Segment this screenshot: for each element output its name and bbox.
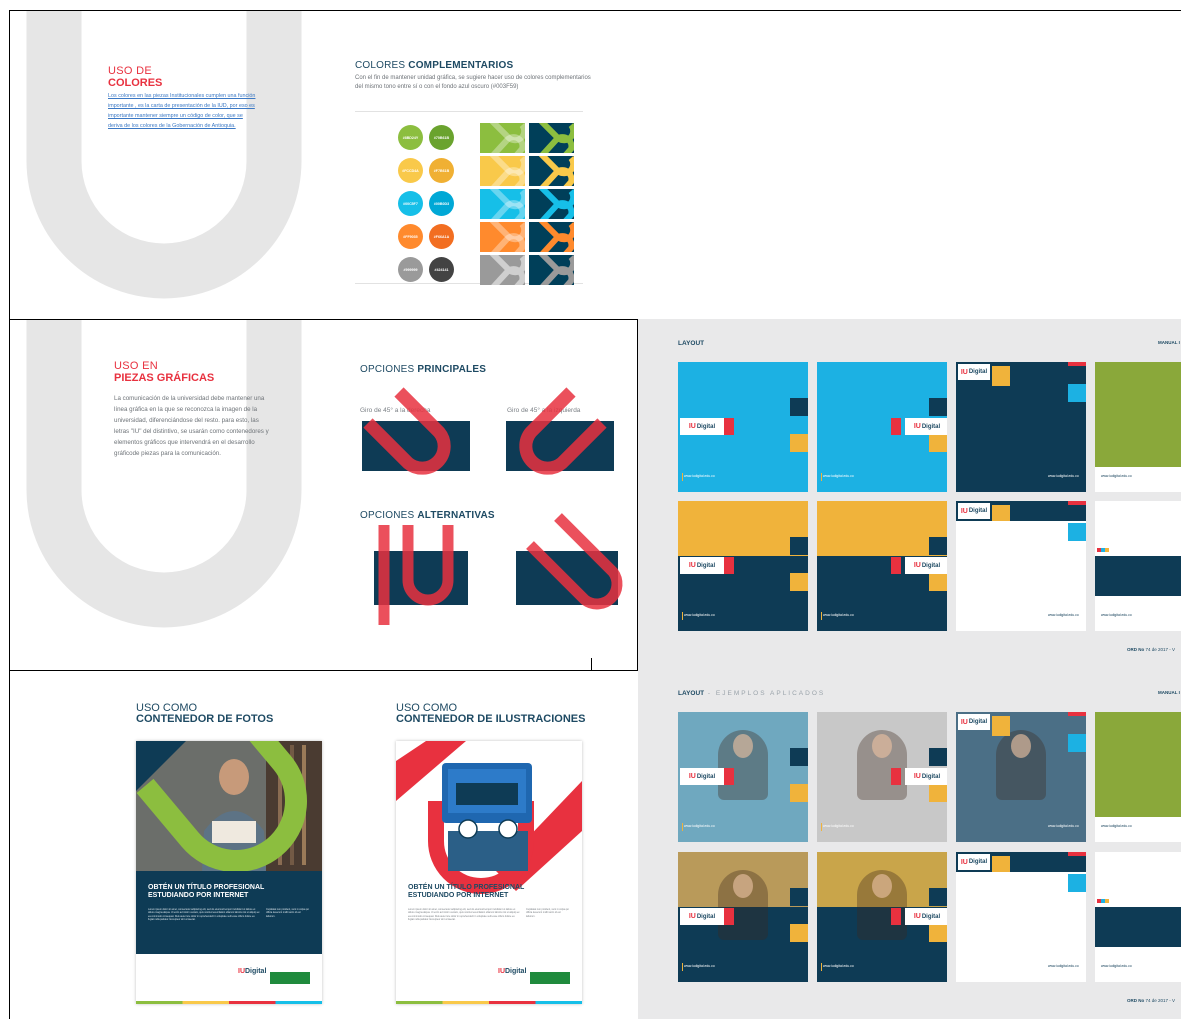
layout-applied-title: LAYOUT - EJEMPLOS APLICADOS [678,690,825,697]
marker-line [591,658,592,671]
layout-panel: LAYOUT MANUAL I LAYOUT - EJEMPLOS APLICA… [638,319,1181,1019]
layout-applied-subtitle: - EJEMPLOS APLICADOS [704,690,826,697]
ilustraciones-heading: USO COMO CONTENEDOR DE ILUSTRACIONES [396,702,585,725]
alternativas-title-thin: OPCIONES [360,510,418,521]
layout-thumbnail: IU Digital www.iudigital.edu.co [678,852,808,982]
poster-photo-body: Lorem ipsum dolor sit amet, consectetur … [148,908,260,921]
complementary-tile [529,189,574,219]
layout-thumbnail: IU Digital www.iudigital.edu.co [817,501,947,631]
headline-line-2: ESTUDIANDO POR INTERNET [408,892,509,899]
poster-photo: OBTÉN UN TÍTULO PROFESIONAL ESTUDIANDO P… [136,741,322,1004]
ord-label: ORD No 74 de 2017 - V [1127,647,1176,652]
color-swatch: #F7B61B [429,158,454,183]
divider [355,111,583,112]
principales-title-thin: OPCIONES [360,364,418,375]
color-swatch: #FCCD4A [398,158,423,183]
piezas-paragraph: La comunicación de la universidad debe m… [114,395,269,457]
alternativas-title-bold: ALTERNATIVAS [417,510,495,521]
fotos-heading: USO COMO CONTENEDOR DE FOTOS [136,702,273,725]
color-swatch: #00C5F7 [398,191,423,216]
complementarios-heading: COLORES COMPLEMENTARIOS [355,60,513,71]
poster-footer: IUDigital [136,954,322,1004]
color-swatch: #70B61B [429,125,454,150]
poster-illustration-headline: OBTÉN UN TÍTULO PROFESIONAL ESTUDIANDO P… [408,884,524,900]
layout-thumbnail: IU Digital www.iudigital.edu.co [956,712,1086,842]
iu-shape-decoration [26,11,302,299]
complementary-tile [529,222,574,252]
complementary-tile [480,255,525,285]
layout-thumbnail: www.iudigital.edu.co [1095,852,1181,982]
layout-thumbnail: IU Digital www.iudigital.edu.co [956,501,1086,631]
color-swatch: #424141 [429,257,454,282]
layout-applied-title-bold: LAYOUT [678,690,705,697]
layout-thumbnail: IU Digital www.iudigital.edu.co [678,712,808,842]
colores-title-bold: COLORES [108,77,163,89]
poster-logo: IUDigital [238,968,267,975]
layout-thumbnail: IU Digital www.iudigital.edu.co [817,852,947,982]
poster-logo: IUDigital [498,968,527,975]
layout-thumbnail: IU Digital www.iudigital.edu.co [817,712,947,842]
layout-thumbnail: IU Digital www.iudigital.edu.co [678,501,808,631]
gobernacion-logo [270,972,310,984]
color-swatch: #FF9035 [398,224,423,249]
colores-paragraph[interactable]: Los colores en las piezas Institucionale… [108,91,258,131]
gobernacion-logo [530,972,570,984]
complementary-tile [529,255,574,285]
piezas-panel: USO EN PIEZAS GRÁFICAS La comunicación d… [9,319,638,671]
poster-footer: IUDigital [396,954,582,1004]
layout-manual-label: MANUAL I [1158,340,1180,345]
complementarios-title-bold: COMPLEMENTARIOS [408,60,514,71]
principales-title-bold: PRINCIPALES [417,364,487,375]
headline-line-1: OBTÉN UN TÍTULO PROFESIONAL [148,884,265,891]
color-swatch: #00B0D3 [429,191,454,216]
headline-line-2: ESTUDIANDO POR INTERNET [148,892,249,899]
color-swatch: #F66A1A [429,224,454,249]
layout-thumbnail: www.iudigital.edu.co [1095,362,1181,492]
layout-thumbnail: IU Digital www.iudigital.edu.co [817,362,947,492]
colores-title-thin: USO DE [108,65,152,77]
color-swatch: #999999 [398,257,423,282]
layout-title: LAYOUT [678,340,705,347]
complementary-tile [529,156,574,186]
piezas-title-thin: USO EN [114,360,158,372]
layout-thumbnail: IU Digital www.iudigital.edu.co [956,362,1086,492]
ord-label-2: ORD No 74 de 2017 - V [1127,998,1176,1003]
fotos-title-bold: CONTENEDOR DE FOTOS [136,713,274,725]
page: USO DE COLORES Los colores en las piezas… [0,0,1181,1019]
layout-thumbnail: IU Digital www.iudigital.edu.co [956,852,1086,982]
layout-thumbnail: IU Digital www.iudigital.edu.co [678,362,808,492]
complementarios-description: Con el fin de mantener unidad gráfica, s… [355,75,591,90]
piezas-heading: USO EN PIEZAS GRÁFICAS [114,360,214,384]
piezas-title-bold: PIEZAS GRÁFICAS [114,372,215,384]
complementary-tile [480,189,525,219]
color-strip [396,1001,582,1004]
poster-illustration: OBTÉN UN TÍTULO PROFESIONAL ESTUDIANDO P… [396,741,582,1004]
layout-manual-label-2: MANUAL I [1158,690,1180,695]
complementary-tile [480,156,525,186]
ilus-title-bold: CONTENEDOR DE ILUSTRACIONES [396,713,586,725]
color-swatch: #8BD24Y [398,125,423,150]
posters-panel: USO COMO CONTENEDOR DE FOTOS USO COMO CO… [9,671,638,1019]
alternativas-heading: OPCIONES ALTERNATIVAS [360,510,495,521]
poster-illustration-side: Cupidatat non proident, sunt in culpa qu… [526,908,569,918]
poster-photo-headline: OBTÉN UN TÍTULO PROFESIONAL ESTUDIANDO P… [148,884,264,900]
layout-thumbnail: www.iudigital.edu.co [1095,501,1181,631]
poster-illustration-body: Lorem ipsum dolor sit amet, consectetur … [408,908,520,921]
complementary-tile [480,123,525,153]
complementary-tile [529,123,574,153]
headline-line-1: OBTÉN UN TÍTULO PROFESIONAL [408,884,525,891]
colores-heading: USO DE COLORES [108,65,162,89]
complementary-tile [480,222,525,252]
complementarios-title-thin: COLORES [355,60,409,71]
layout-thumbnail: www.iudigital.edu.co [1095,712,1181,842]
color-strip [136,1001,322,1004]
iu-options-graphics [362,387,623,625]
colores-panel: USO DE COLORES Los colores en las piezas… [9,10,1181,319]
poster-photo-side: Cupidatat non proident, sunt in culpa qu… [266,908,309,918]
principales-heading: OPCIONES PRINCIPALES [360,364,486,375]
